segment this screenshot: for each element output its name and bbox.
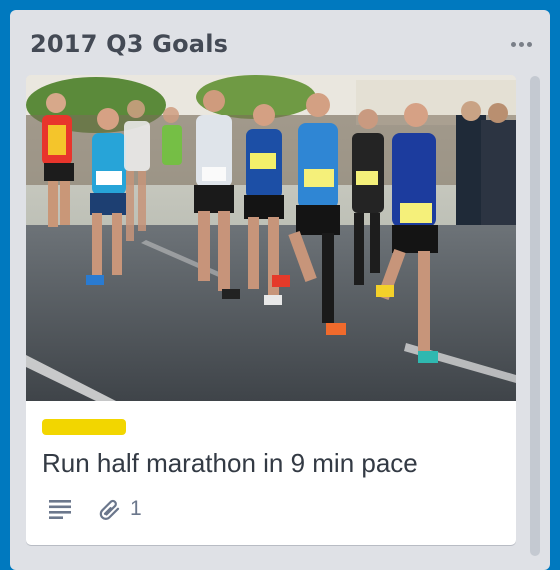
paperclip-icon [99,499,120,520]
card-badges: 1 [48,495,168,523]
list-title[interactable]: 2017 Q3 Goals [30,26,530,62]
card-title: Run half marathon in 9 min pace [42,448,418,478]
menu-dot [526,41,532,47]
attachment-count: 1 [130,497,142,520]
card-cover-image [26,75,516,401]
list-scrollbar[interactable] [530,76,540,556]
list-header: 2017 Q3 Goals [30,26,532,62]
menu-dot [518,41,524,47]
description-badge [48,499,72,519]
card-label-yellow[interactable] [42,419,126,435]
board-list: 2017 Q3 Goals Run half marathon in 9 min… [10,10,550,570]
description-lines-icon [49,500,71,519]
list-menu-icon[interactable] [506,34,536,54]
menu-dot [510,41,516,47]
attachment-badge: 1 [98,497,142,521]
goal-card[interactable]: Run half marathon in 9 min pace 1 [26,75,516,545]
